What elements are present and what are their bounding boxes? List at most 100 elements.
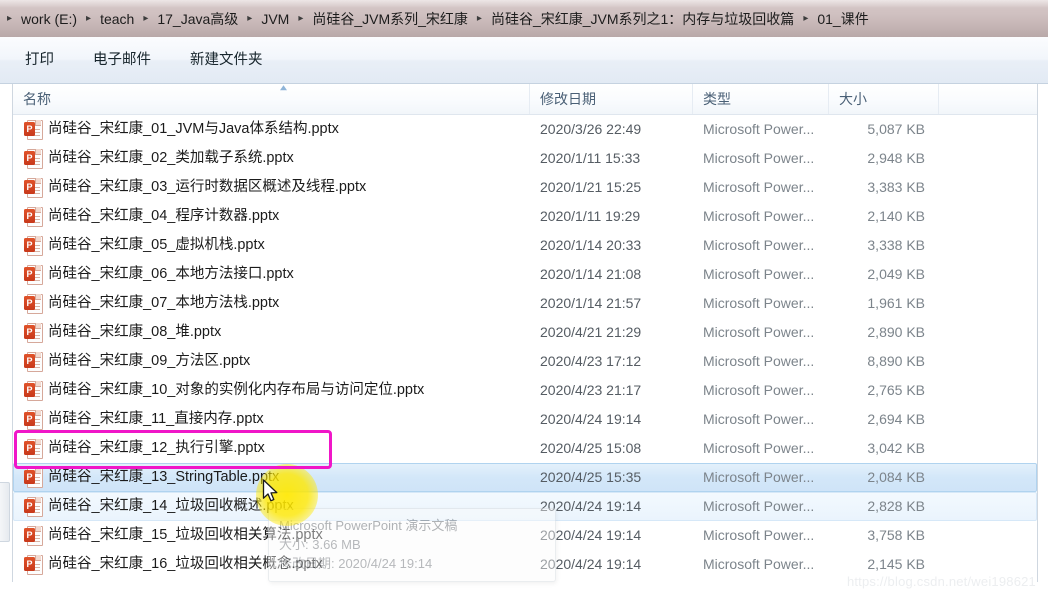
- file-name-cell[interactable]: P 尚硅谷_宋红康_04_程序计数器.pptx: [14, 202, 530, 231]
- column-header-filler: [938, 84, 1037, 114]
- file-name-cell[interactable]: P 尚硅谷_宋红康_03_运行时数据区概述及线程.pptx: [14, 173, 530, 202]
- file-explorer-window: ▸ work (E:) ▸ teach ▸ 17_Java高级 ▸ JVM ▸ …: [0, 0, 1048, 595]
- file-name-cell[interactable]: P 尚硅谷_宋红康_05_虚拟机栈.pptx: [14, 231, 530, 260]
- table-row[interactable]: P 尚硅谷_宋红康_01_JVM与Java体系结构.pptx 2020/3/26 2…: [13, 115, 1037, 144]
- file-date-cell: 2020/1/14 20:33: [540, 237, 642, 253]
- vertical-scrollbar[interactable]: [0, 482, 10, 542]
- file-type-cell: Microsoft Power...: [703, 382, 815, 398]
- breadcrumb-item-jvm[interactable]: JVM: [257, 8, 293, 30]
- file-type-cell: Microsoft Power...: [703, 527, 815, 543]
- file-date-cell: 2020/1/21 15:25: [540, 179, 642, 195]
- file-name-label: 尚硅谷_宋红康_09_方法区.pptx: [48, 353, 251, 369]
- file-size-cell: 2,890 KB: [867, 324, 925, 340]
- table-row[interactable]: P 尚硅谷_宋红康_07_本地方法栈.pptx 2020/1/14 21:57 Mic…: [13, 289, 1037, 318]
- file-size-cell: 2,694 KB: [867, 411, 925, 427]
- breadcrumb-separator-1: ▸: [86, 12, 92, 24]
- file-name-cell[interactable]: P 尚硅谷_宋红康_13_StringTable.pptx: [14, 463, 530, 492]
- file-date-cell: 2020/4/25 15:35: [540, 469, 642, 485]
- column-header-size[interactable]: 大小: [828, 84, 938, 114]
- breadcrumb-separator-4: ▸: [298, 12, 304, 24]
- file-date-cell: 2020/4/25 15:08: [540, 440, 642, 456]
- column-header-type[interactable]: 类型: [692, 84, 828, 114]
- powerpoint-file-icon: P: [24, 352, 43, 372]
- file-name-cell[interactable]: P 尚硅谷_宋红康_10_对象的实例化内存布局与访问定位.pptx: [14, 376, 530, 405]
- table-row[interactable]: P 尚硅谷_宋红康_11_直接内存.pptx 2020/4/24 19:14 Micr…: [13, 405, 1037, 434]
- column-header-name[interactable]: 名称: [13, 84, 529, 114]
- file-type-cell: Microsoft Power...: [703, 237, 815, 253]
- file-name-cell[interactable]: P 尚硅谷_宋红康_06_本地方法接口.pptx: [14, 260, 530, 289]
- file-size-cell: 1,961 KB: [867, 295, 925, 311]
- file-name-label: 尚硅谷_宋红康_07_本地方法栈.pptx: [48, 295, 280, 311]
- address-bar[interactable]: ▸ work (E:) ▸ teach ▸ 17_Java高级 ▸ JVM ▸ …: [0, 0, 1048, 38]
- table-row[interactable]: P 尚硅谷_宋红康_02_类加载子系统.pptx 2020/1/11 15:33 Mi…: [13, 144, 1037, 173]
- powerpoint-file-icon: P: [24, 120, 43, 140]
- file-name-label: 尚硅谷_宋红康_11_直接内存.pptx: [48, 411, 264, 427]
- tooltip-date-line: 修改日期: 2020/4/24 19:14: [279, 556, 433, 571]
- breadcrumb-item-17-java[interactable]: 17_Java高级: [153, 8, 242, 30]
- table-row[interactable]: P 尚硅谷_宋红康_13_StringTable.pptx 2020/4/25 15…: [13, 463, 1037, 492]
- file-name-label: 尚硅谷_宋红康_03_运行时数据区概述及线程.pptx: [48, 179, 367, 195]
- sort-ascending-icon: [277, 84, 290, 92]
- file-size-cell: 3,042 KB: [867, 440, 925, 456]
- file-size-cell: 2,049 KB: [867, 266, 925, 282]
- breadcrumb[interactable]: ▸ work (E:) ▸ teach ▸ 17_Java高级 ▸ JVM ▸ …: [0, 8, 873, 30]
- file-type-cell: Microsoft Power...: [703, 469, 815, 485]
- breadcrumb-separator-6: ▸: [803, 12, 809, 24]
- file-type-cell: Microsoft Power...: [703, 324, 815, 340]
- breadcrumb-item-teach[interactable]: teach: [96, 8, 138, 30]
- file-name-cell[interactable]: P 尚硅谷_宋红康_02_类加载子系统.pptx: [14, 144, 530, 173]
- tooltip-size-line: 大小: 3.66 MB: [279, 537, 361, 552]
- tooltip-type-line: Microsoft PowerPoint 演示文稿: [279, 518, 458, 533]
- breadcrumb-item-jvm-series[interactable]: 尚硅谷_JVM系列_宋红康: [308, 8, 472, 30]
- file-date-cell: 2020/1/14 21:57: [540, 295, 642, 311]
- watermark-text: https://blog.csdn.net/wei198621: [846, 574, 1036, 589]
- file-size-cell: 2,948 KB: [867, 150, 925, 166]
- file-name-label: 尚硅谷_宋红康_01_JVM与Java体系结构.pptx: [48, 121, 339, 137]
- file-date-cell: 2020/3/26 22:49: [540, 121, 642, 137]
- command-bar: 打印 电子邮件 新建文件夹: [0, 37, 1048, 84]
- file-name-cell[interactable]: P 尚硅谷_宋红康_01_JVM与Java体系结构.pptx: [14, 115, 530, 144]
- file-size-cell: 2,140 KB: [867, 208, 925, 224]
- new-folder-button[interactable]: 新建文件夹: [176, 44, 277, 76]
- table-row[interactable]: P 尚硅谷_宋红康_09_方法区.pptx 2020/4/23 17:12 Micro…: [13, 347, 1037, 376]
- file-name-label: 尚硅谷_宋红康_04_程序计数器.pptx: [48, 208, 280, 224]
- file-date-cell: 2020/4/23 21:17: [540, 382, 642, 398]
- file-name-cell[interactable]: P 尚硅谷_宋红康_12_执行引擎.pptx: [14, 434, 530, 463]
- column-header-date[interactable]: 修改日期: [529, 84, 692, 114]
- table-row[interactable]: P 尚硅谷_宋红康_10_对象的实例化内存布局与访问定位.pptx 2020/4/2…: [13, 376, 1037, 405]
- file-size-cell: 3,338 KB: [867, 237, 925, 253]
- file-name-cell[interactable]: P 尚硅谷_宋红康_09_方法区.pptx: [14, 347, 530, 376]
- breadcrumb-separator-2: ▸: [143, 12, 149, 24]
- powerpoint-file-icon: P: [24, 236, 43, 256]
- powerpoint-file-icon: P: [24, 149, 43, 169]
- table-row[interactable]: P 尚硅谷_宋红康_12_执行引擎.pptx 2020/4/25 15:08 Micr…: [13, 434, 1037, 463]
- table-row[interactable]: P 尚硅谷_宋红康_05_虚拟机栈.pptx 2020/1/14 20:33 Micr…: [13, 231, 1037, 260]
- file-size-cell: 8,890 KB: [867, 353, 925, 369]
- breadcrumb-separator-5: ▸: [476, 12, 482, 24]
- file-type-cell: Microsoft Power...: [703, 440, 815, 456]
- file-size-cell: 3,758 KB: [867, 527, 925, 543]
- file-name-cell[interactable]: P 尚硅谷_宋红康_11_直接内存.pptx: [14, 405, 530, 434]
- file-name-label: 尚硅谷_宋红康_02_类加载子系统.pptx: [48, 150, 294, 166]
- table-row[interactable]: P 尚硅谷_宋红康_04_程序计数器.pptx 2020/1/11 19:29 Mic…: [13, 202, 1037, 231]
- breadcrumb-item-01-courseware[interactable]: 01_课件: [813, 8, 872, 30]
- table-row[interactable]: P 尚硅谷_宋红康_03_运行时数据区概述及线程.pptx 2020/1/21 15…: [13, 173, 1037, 202]
- file-name-cell[interactable]: P 尚硅谷_宋红康_07_本地方法栈.pptx: [14, 289, 530, 318]
- print-button[interactable]: 打印: [11, 44, 68, 76]
- powerpoint-file-icon: P: [24, 468, 43, 488]
- table-row[interactable]: P 尚硅谷_宋红康_08_堆.pptx 2020/4/21 21:29 Microso…: [13, 318, 1037, 347]
- breadcrumb-item-work-e[interactable]: work (E:): [17, 8, 81, 30]
- file-name-label: 尚硅谷_宋红康_12_执行引擎.pptx: [48, 440, 265, 456]
- table-row[interactable]: P 尚硅谷_宋红康_06_本地方法接口.pptx 2020/1/14 21:08 Mi…: [13, 260, 1037, 289]
- email-button[interactable]: 电子邮件: [79, 44, 165, 76]
- file-name-label: 尚硅谷_宋红康_06_本地方法接口.pptx: [48, 266, 294, 282]
- powerpoint-file-icon: P: [24, 178, 43, 198]
- file-type-cell: Microsoft Power...: [703, 179, 815, 195]
- file-name-cell[interactable]: P 尚硅谷_宋红康_08_堆.pptx: [14, 318, 530, 347]
- file-size-cell: 2,765 KB: [867, 382, 925, 398]
- powerpoint-file-icon: P: [24, 265, 43, 285]
- powerpoint-file-icon: P: [24, 555, 43, 575]
- file-size-cell: 3,383 KB: [867, 179, 925, 195]
- file-type-cell: Microsoft Power...: [703, 266, 815, 282]
- breadcrumb-item-jvm-series-1[interactable]: 尚硅谷_宋红康_JVM系列之1：内存与垃圾回收篇: [487, 8, 798, 30]
